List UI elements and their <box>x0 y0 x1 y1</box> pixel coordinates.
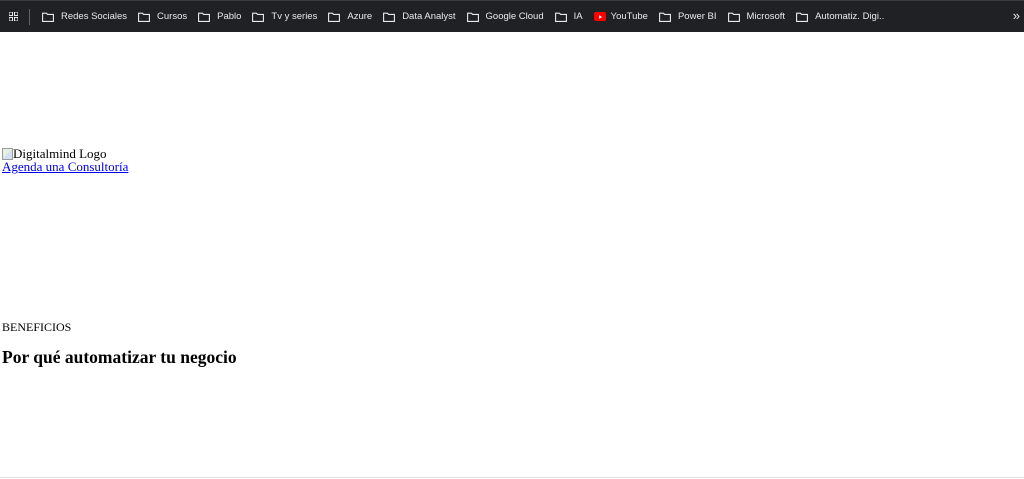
folder-icon <box>659 12 671 22</box>
apps-grid-icon[interactable] <box>6 10 20 24</box>
folder-icon <box>466 12 479 22</box>
bookmark-label: Google Cloud <box>485 11 544 22</box>
bookmark-label: Microsoft <box>746 11 786 22</box>
bookmark-cursos[interactable]: Cursos <box>136 6 196 28</box>
bookmark-pablo[interactable]: Pablo <box>196 6 250 28</box>
folder-icon <box>383 12 396 22</box>
bookmarks-bar: Redes Sociales Cursos Pablo Tv y series … <box>0 0 1024 32</box>
folder-icon <box>727 12 740 22</box>
bookmark-label: Power BI <box>677 11 717 22</box>
bottom-divider <box>0 477 1024 478</box>
bookmark-power-bi[interactable]: Power BI <box>657 6 726 28</box>
section-eyebrow: BENEFICIOS <box>2 320 72 334</box>
bookmark-label: Cursos <box>157 11 188 22</box>
bookmark-redes-sociales[interactable]: Redes Sociales <box>40 6 136 28</box>
bookmark-google-cloud[interactable]: Google Cloud <box>465 6 553 28</box>
folder-icon <box>796 12 809 22</box>
bookmark-microsoft[interactable]: Microsoft <box>726 6 795 28</box>
bookmark-ia[interactable]: IA <box>553 6 592 28</box>
folder-icon <box>42 12 54 22</box>
folder-icon <box>252 12 265 22</box>
section-title: Por qué automatizar tu negocio <box>2 347 237 367</box>
bookmark-label: Azure <box>347 11 373 22</box>
bookmark-label: YouTube <box>610 11 648 22</box>
bookmark-label: Automatiz. Digi.. <box>815 11 885 22</box>
bookmark-youtube[interactable]: YouTube <box>592 6 657 28</box>
consultation-link[interactable]: Agenda una Consultoría <box>2 159 128 175</box>
bookmarks-overflow-button[interactable]: » <box>1013 8 1020 23</box>
youtube-icon <box>593 12 606 21</box>
bookmark-label: Redes Sociales <box>61 11 128 22</box>
bookmark-label: Pablo <box>217 11 242 22</box>
folder-icon <box>138 12 150 22</box>
folder-icon <box>198 12 211 22</box>
bookmark-data-analyst[interactable]: Data Analyst <box>381 6 464 28</box>
bookmark-label: Data Analyst <box>402 11 456 22</box>
folder-icon <box>554 12 567 22</box>
bookmark-azure[interactable]: Azure <box>326 6 381 28</box>
bookmark-automatiz-digi[interactable]: Automatiz. Digi.. <box>794 6 893 28</box>
bookmark-label: Tv y series <box>271 11 318 22</box>
bookmark-tv-y-series[interactable]: Tv y series <box>250 6 326 28</box>
bookmark-label: IA <box>573 11 583 22</box>
bookmarks-divider <box>29 8 30 25</box>
folder-icon <box>328 12 341 22</box>
